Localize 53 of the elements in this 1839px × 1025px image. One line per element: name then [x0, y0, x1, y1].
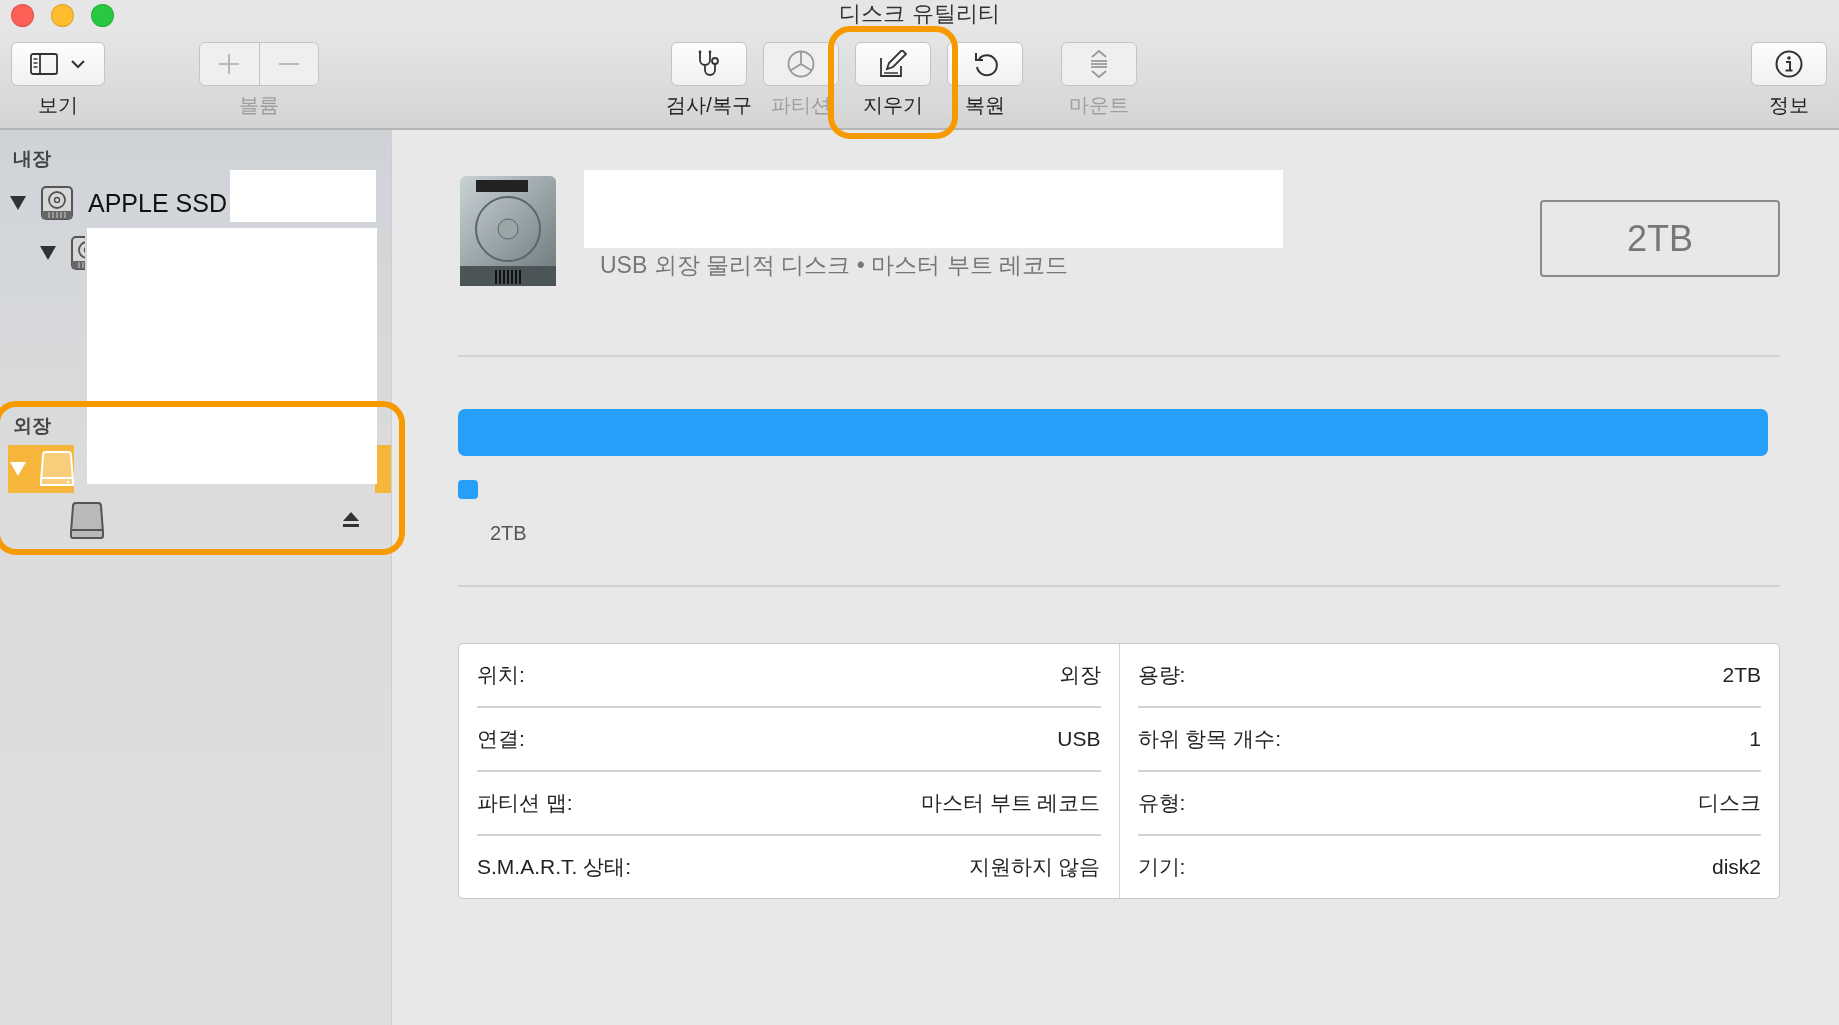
info-button[interactable] — [1751, 42, 1827, 86]
sidebar-icon — [30, 53, 58, 75]
drive-icon — [70, 501, 104, 539]
info-label: 용량: — [1137, 662, 1186, 688]
hard-drive-icon — [40, 185, 74, 221]
window-title: 디스크 유틸리티 — [839, 0, 1000, 28]
selection-highlight — [375, 445, 391, 493]
info-value: 외장 — [1058, 662, 1101, 688]
toolbar-label: 볼륨 — [239, 93, 279, 118]
section-header: 내장 — [12, 147, 52, 171]
info-value: 1 — [1749, 727, 1761, 751]
zoom-button[interactable] — [91, 3, 114, 27]
view-button[interactable] — [11, 42, 105, 86]
toolbar-label: 마운트 — [1069, 93, 1129, 118]
chevron-down-icon — [70, 59, 86, 69]
toolbar-label: 파티션 — [771, 93, 831, 118]
info-value: 디스크 — [1698, 790, 1761, 816]
erase-button[interactable] — [855, 42, 931, 86]
legend-size: 2TB — [490, 522, 528, 545]
capacity-label: 2TB — [1540, 200, 1780, 277]
mount-button[interactable] — [1061, 42, 1137, 86]
info-label: 유형: — [1137, 790, 1186, 816]
info-value: 마스터 부트 레코드 — [920, 790, 1101, 816]
info-value: 지원하지 않음 — [968, 854, 1101, 880]
toolbar-label: 정보 — [1769, 93, 1809, 118]
toolbar-label: 보기 — [38, 93, 78, 118]
minus-icon — [277, 63, 300, 65]
hard-drive-icon — [70, 235, 85, 271]
toolbar-label: 검사/복구 — [666, 93, 752, 118]
sidebar-item[interactable]: APPLE SSD — [8, 178, 227, 228]
close-button[interactable] — [11, 3, 34, 27]
minimize-button[interactable] — [51, 3, 74, 27]
info-label: 파티션 맵: — [477, 790, 573, 816]
firstaid-button[interactable] — [671, 42, 747, 86]
restore-button[interactable] — [947, 42, 1023, 86]
info-value: 2TB — [1722, 663, 1761, 687]
toolbar-label: 지우기 — [863, 93, 923, 118]
pencil-icon — [878, 50, 908, 78]
section-header: 외장 — [12, 414, 52, 438]
pie-chart-icon — [786, 49, 816, 79]
info-label: 기기: — [1137, 854, 1186, 880]
disk-description: USB 외장 물리적 디스크 • 마스터 부트 레코드 — [600, 251, 1069, 280]
partition-button[interactable] — [763, 42, 839, 86]
info-label: S.M.A.R.T. 상태: — [477, 854, 631, 880]
plus-icon — [218, 53, 241, 75]
info-label: 위치: — [477, 662, 525, 688]
info-icon — [1774, 49, 1804, 79]
info-value: disk2 — [1711, 855, 1761, 879]
info-label: 하위 항목 개수: — [1137, 726, 1281, 752]
info-label: 연결: — [477, 726, 525, 752]
external-drive-icon — [40, 450, 74, 488]
toolbar-label: 복원 — [965, 93, 1005, 118]
info-value: USB — [1057, 727, 1101, 751]
